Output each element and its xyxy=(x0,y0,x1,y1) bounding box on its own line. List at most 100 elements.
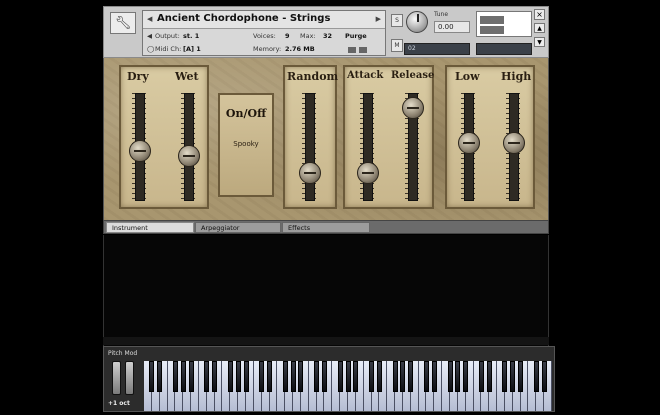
mod-wheel[interactable] xyxy=(125,361,134,395)
low-high-panel: Low High xyxy=(445,65,535,209)
black-key[interactable] xyxy=(423,361,429,392)
close-icon[interactable]: × xyxy=(534,9,545,20)
low-label: Low xyxy=(455,70,480,83)
mute-button[interactable]: M xyxy=(391,39,403,52)
title-row: ◀ Ancient Chordophone - Strings ▶ xyxy=(143,11,385,29)
pitch-mod-label: Pitch Mod xyxy=(108,350,138,357)
aux-value[interactable]: 02 xyxy=(404,43,470,55)
black-key[interactable] xyxy=(345,361,351,392)
black-key[interactable] xyxy=(353,361,359,392)
release-slider-thumb[interactable] xyxy=(402,97,424,120)
tab-strip: Instrument Arpeggiator Effects xyxy=(103,220,549,234)
black-key[interactable] xyxy=(212,361,218,392)
pitch-wheel[interactable] xyxy=(112,361,121,395)
random-label: Random xyxy=(287,70,339,83)
side-expand-icon[interactable]: ▼ xyxy=(534,37,545,47)
midi-value[interactable]: [A] 1 xyxy=(183,45,201,53)
black-key[interactable] xyxy=(227,361,233,392)
high-slider-thumb[interactable] xyxy=(503,131,525,154)
black-key[interactable] xyxy=(282,361,288,392)
instrument-panel: Dry Wet On/Off Spooky Random Attack Rele… xyxy=(103,58,549,220)
sm-buttons: S M xyxy=(391,10,403,56)
octave-shift[interactable]: +1 oct xyxy=(108,400,130,407)
chevron-right-icon[interactable]: ▶ xyxy=(376,15,381,23)
wet-label: Wet xyxy=(175,70,199,83)
black-key[interactable] xyxy=(408,361,414,392)
black-key[interactable] xyxy=(259,361,265,392)
black-key[interactable] xyxy=(204,361,210,392)
meter-bar-right xyxy=(480,26,504,34)
black-key[interactable] xyxy=(486,361,492,392)
attack-label: Attack xyxy=(347,70,384,81)
max-label: Max: xyxy=(300,32,316,40)
meter-bar-left xyxy=(480,16,504,24)
black-key[interactable] xyxy=(321,361,327,392)
black-key[interactable] xyxy=(518,361,524,392)
black-key[interactable] xyxy=(502,361,508,392)
tab-instrument[interactable]: Instrument xyxy=(106,222,194,233)
onoff-title: On/Off xyxy=(225,107,267,120)
low-slider-thumb[interactable] xyxy=(458,131,480,154)
solo-button[interactable]: S xyxy=(391,14,403,27)
onoff-panel[interactable]: On/Off Spooky xyxy=(218,93,274,197)
tune-value[interactable]: 0.00 xyxy=(434,21,470,33)
output-value[interactable]: st. 1 xyxy=(183,32,199,40)
instrument-header: 🔧︎ ◀ Ancient Chordophone - Strings ▶ ◀ O… xyxy=(103,6,549,58)
tab-effects[interactable]: Effects xyxy=(282,222,370,233)
instrument-title[interactable]: Ancient Chordophone - Strings xyxy=(157,13,330,24)
voices-value: 9 xyxy=(285,32,290,40)
black-key[interactable] xyxy=(431,361,437,392)
black-key[interactable] xyxy=(376,361,382,392)
black-key[interactable] xyxy=(510,361,516,392)
chevron-left-icon[interactable]: ◀ xyxy=(147,15,152,23)
memory-bar-icon xyxy=(348,47,356,53)
side-toggle-icon[interactable]: ▲ xyxy=(534,23,545,33)
black-key[interactable] xyxy=(455,361,461,392)
black-key[interactable] xyxy=(188,361,194,392)
black-key[interactable] xyxy=(267,361,273,392)
wrench-icon[interactable]: 🔧︎ xyxy=(110,12,136,34)
black-key[interactable] xyxy=(478,361,484,392)
black-key[interactable] xyxy=(157,361,163,392)
black-key[interactable] xyxy=(149,361,155,392)
black-key[interactable] xyxy=(533,361,539,392)
tab-content-area xyxy=(103,235,549,347)
tune-label: Tune xyxy=(434,11,449,18)
black-key[interactable] xyxy=(290,361,296,392)
high-label: High xyxy=(501,70,532,83)
max-value[interactable]: 32 xyxy=(323,32,332,40)
random-slider-thumb[interactable] xyxy=(299,161,321,184)
dry-slider-thumb[interactable] xyxy=(129,140,151,163)
memory-bar-icon xyxy=(359,47,367,53)
attack-slider[interactable] xyxy=(363,93,373,201)
info-row-output: ◀ Output: st. 1 Voices: 9 Max: 32 Purge xyxy=(143,29,385,42)
black-key[interactable] xyxy=(180,361,186,392)
black-key[interactable] xyxy=(235,361,241,392)
wet-slider-thumb[interactable] xyxy=(178,144,200,167)
black-key[interactable] xyxy=(337,361,343,392)
black-key[interactable] xyxy=(392,361,398,392)
black-key[interactable] xyxy=(243,361,249,392)
tab-arpeggiator[interactable]: Arpeggiator xyxy=(195,222,281,233)
keyboard-section: Pitch Mod +1 oct xyxy=(103,346,555,412)
purge-button[interactable]: Purge xyxy=(345,32,367,40)
black-key[interactable] xyxy=(298,361,304,392)
black-key[interactable] xyxy=(314,361,320,392)
tune-knob[interactable] xyxy=(406,11,428,33)
black-key[interactable] xyxy=(369,361,375,392)
attack-slider-thumb[interactable] xyxy=(357,161,379,184)
voices-label: Voices: xyxy=(253,32,276,40)
black-key[interactable] xyxy=(447,361,453,392)
black-key[interactable] xyxy=(400,361,406,392)
pan-slider[interactable] xyxy=(476,43,532,55)
release-label: Release xyxy=(391,70,435,81)
onoff-subtitle: Spooky xyxy=(233,140,259,148)
random-slider[interactable] xyxy=(305,93,315,201)
piano-keyboard[interactable] xyxy=(144,361,552,411)
black-key[interactable] xyxy=(541,361,547,392)
black-key[interactable] xyxy=(172,361,178,392)
black-key[interactable] xyxy=(463,361,469,392)
attack-release-panel: Attack Release xyxy=(343,65,434,209)
volume-meter xyxy=(476,11,532,37)
output-icon: ◀ xyxy=(147,32,152,40)
